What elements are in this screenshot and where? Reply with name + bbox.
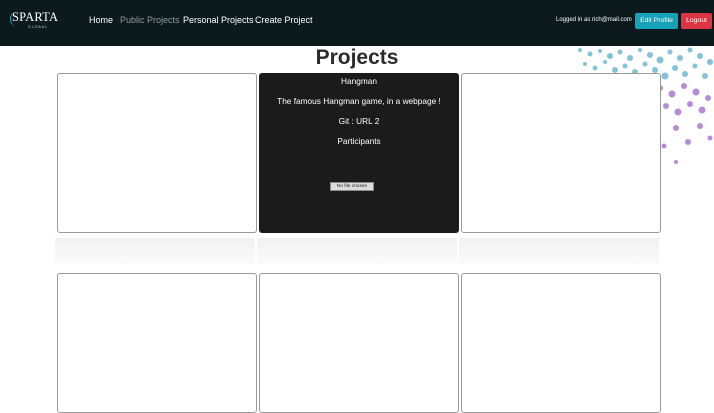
logged-in-status: Logged in as rich@mail.com (556, 17, 632, 23)
nav-home-link[interactable]: Home (89, 15, 113, 25)
project-card-empty[interactable] (57, 73, 257, 233)
project-participants-label: Participants (337, 136, 381, 146)
nav-public-projects-link[interactable]: Public Projects (120, 15, 180, 25)
card-footer-strip (459, 238, 659, 264)
nav-personal-projects-link[interactable]: Personal Projects (183, 15, 254, 25)
card-footer-strip (55, 238, 255, 264)
top-navbar: SPARTA GLOBAL Home Public Projects Perso… (0, 0, 714, 46)
project-card-empty[interactable] (461, 273, 661, 413)
project-card-empty[interactable] (461, 73, 661, 233)
project-description: The famous Hangman game, in a webpage ! (277, 96, 441, 106)
card-footer-strip (257, 238, 457, 264)
project-card-hangman[interactable]: Hangman The famous Hangman game, in a we… (259, 73, 459, 233)
edit-profile-button[interactable]: Edit Profile (635, 13, 678, 29)
page-title: Projects (315, 46, 399, 69)
logout-button[interactable]: Logout (681, 13, 712, 29)
project-card-empty[interactable] (259, 273, 459, 413)
brand-name: SPARTA (12, 10, 59, 24)
project-git-link[interactable]: Git : URL 2 (260, 116, 458, 126)
brand-logo[interactable]: SPARTA GLOBAL (10, 10, 59, 36)
project-name: Hangman (341, 76, 377, 86)
file-upload-input[interactable]: No file chosen (330, 182, 374, 191)
nav-create-project-link[interactable]: Create Project (255, 15, 313, 25)
project-card-empty[interactable] (57, 273, 257, 413)
brand-tagline: GLOBAL (28, 25, 49, 29)
